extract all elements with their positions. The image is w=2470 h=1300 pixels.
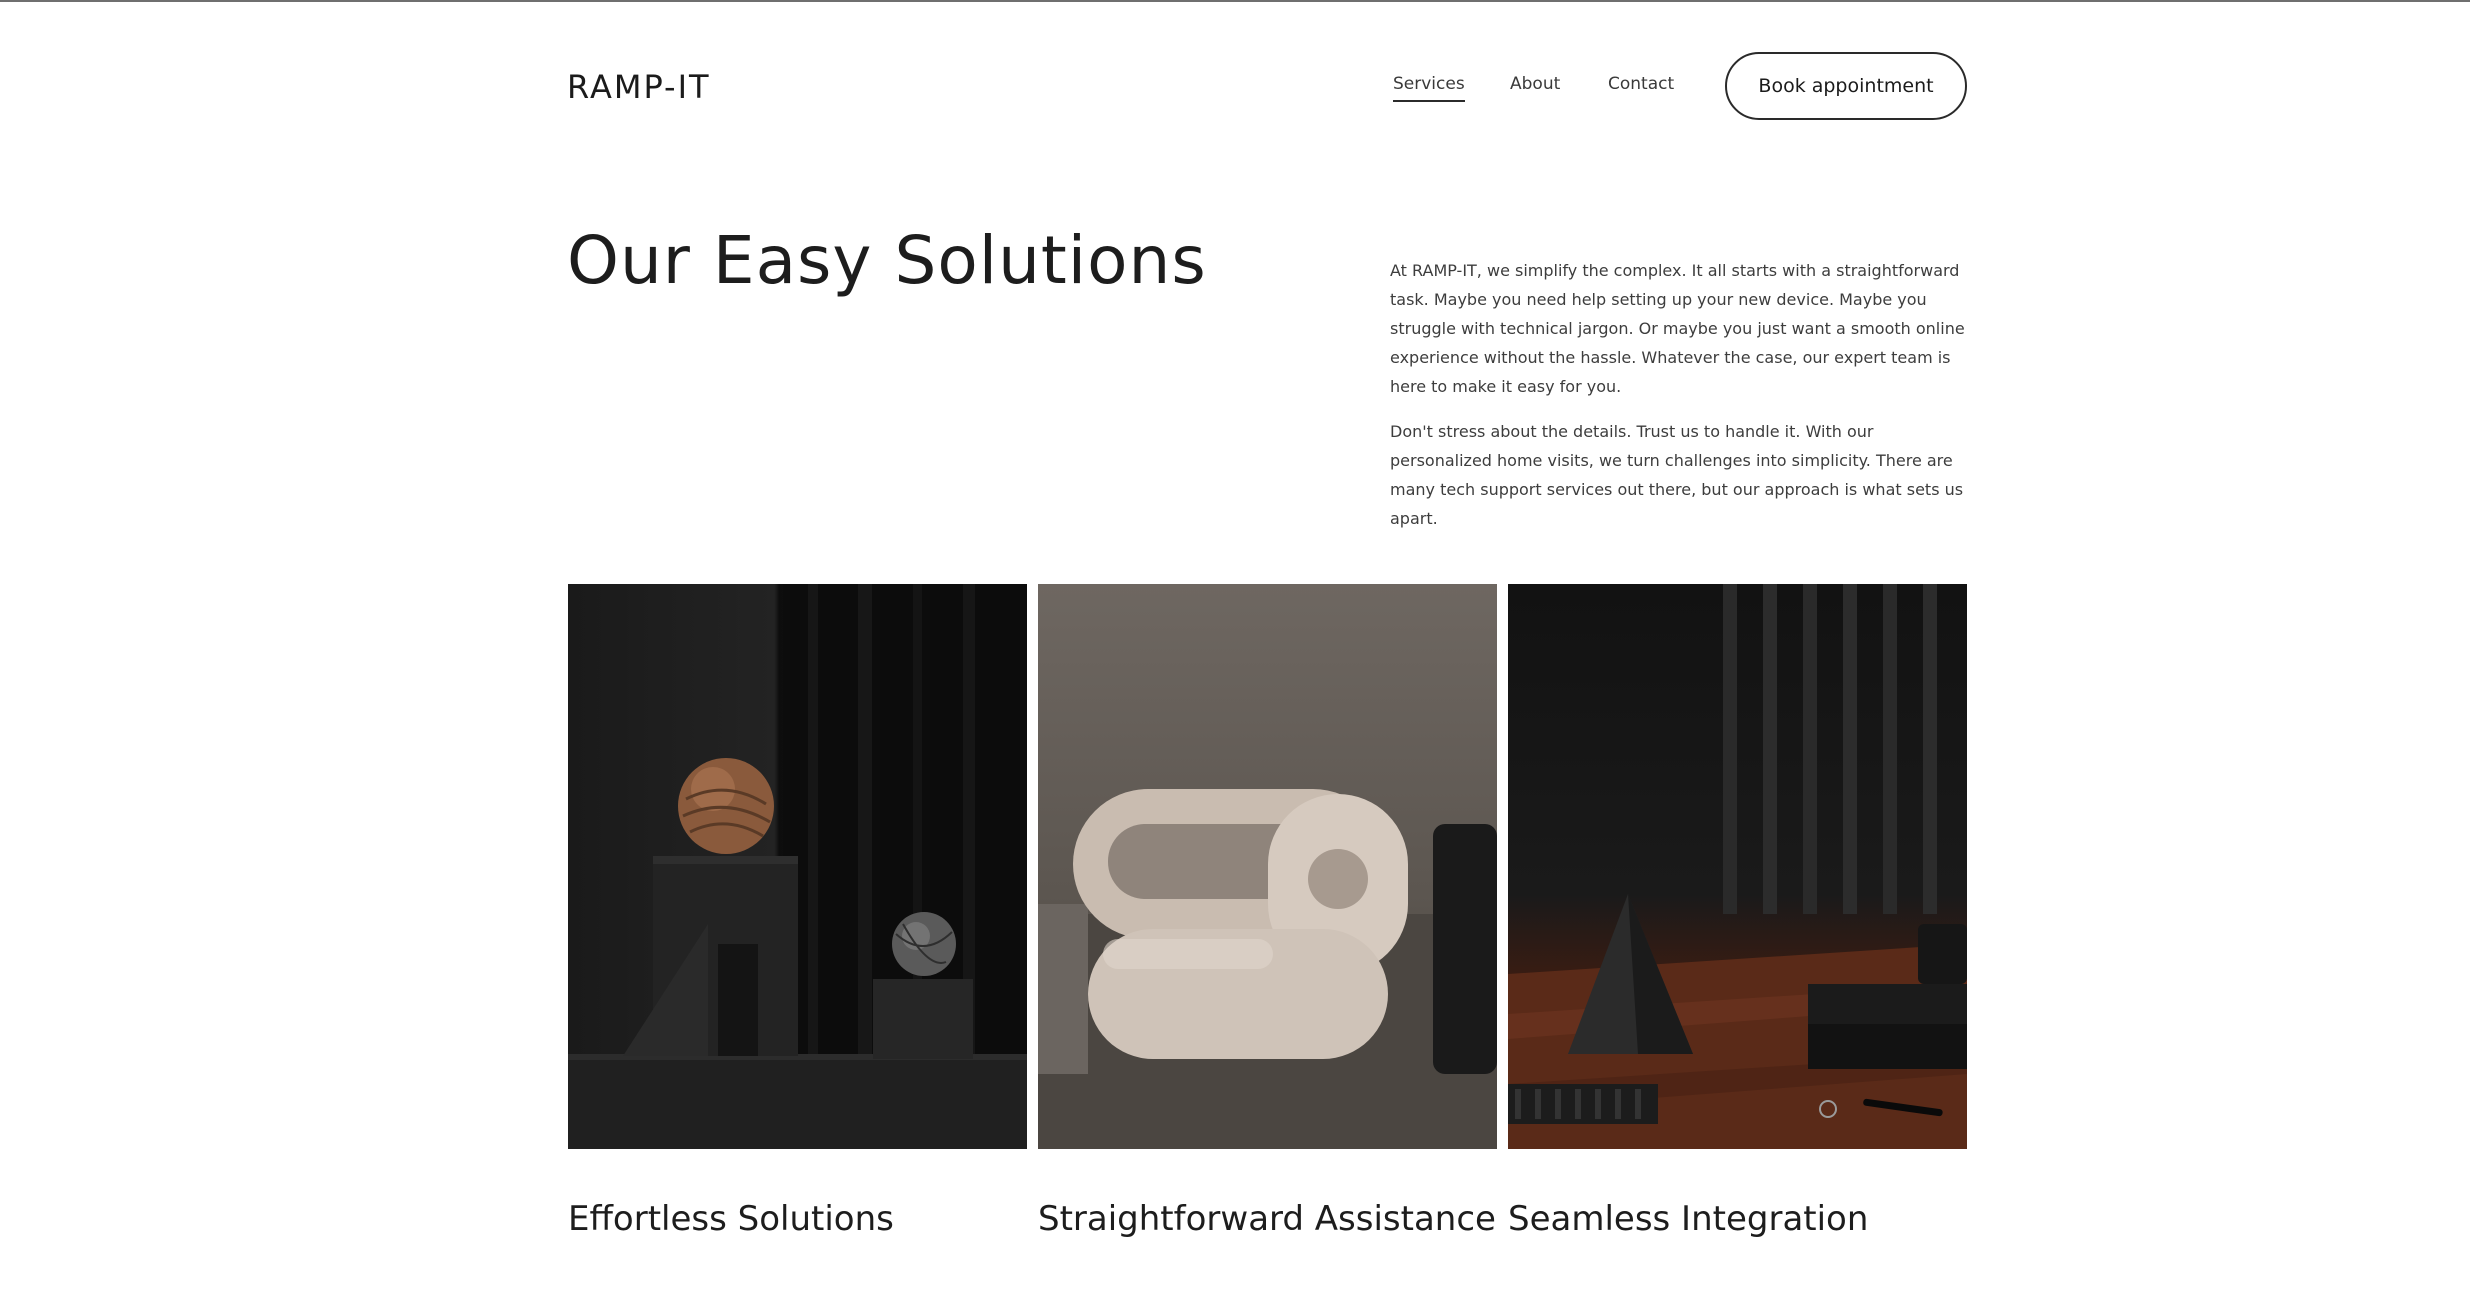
nav-item-contact[interactable]: Contact — [1608, 74, 1674, 94]
intro-paragraph-2: Don't stress about the details. Trust us… — [1390, 422, 1964, 528]
sculpture-illustration — [568, 584, 1027, 1149]
dark-sculpture-spheres-image[interactable] — [568, 584, 1027, 1149]
nav-item-services[interactable]: Services — [1393, 74, 1465, 102]
nav-item-about[interactable]: About — [1510, 74, 1560, 94]
page-title: Our Easy Solutions — [567, 222, 1207, 299]
intro-text: At RAMP-IT, we simplify the complex. It … — [1390, 256, 1968, 549]
chair-illustration — [1038, 789, 1497, 1149]
desk-illustration — [1508, 584, 1967, 1149]
intro-paragraph-1: At RAMP-IT, we simplify the complex. It … — [1390, 261, 1965, 396]
beige-lounge-chair-image[interactable] — [1038, 584, 1497, 1149]
card-title-straightforward-assistance[interactable]: Straightforward Assistance — [1038, 1196, 1498, 1242]
book-appointment-button[interactable]: Book appointment — [1725, 52, 1967, 120]
pyramid-wooden-desk-image[interactable] — [1508, 584, 1967, 1149]
top-border-line — [0, 0, 2470, 2]
brand-logo[interactable]: RAMP-IT — [567, 68, 711, 106]
card-title-effortless-solutions[interactable]: Effortless Solutions — [568, 1196, 1028, 1242]
card-title-seamless-integration[interactable]: Seamless Integration — [1508, 1196, 1968, 1242]
